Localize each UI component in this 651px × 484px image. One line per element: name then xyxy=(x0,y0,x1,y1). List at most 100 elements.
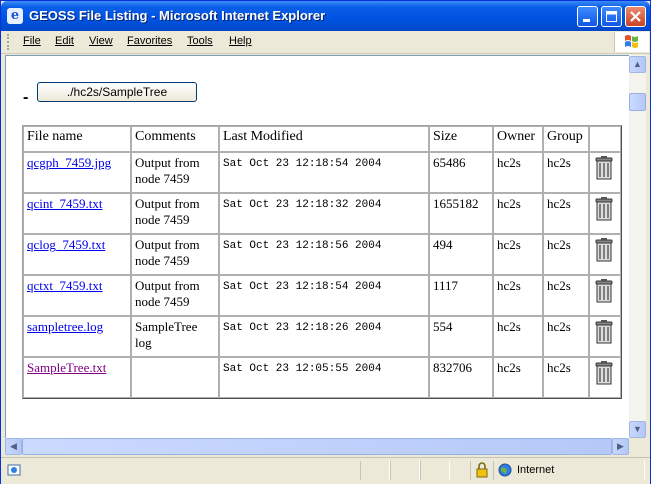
table-row: SampleTree.txt Sat Oct 23 12:05:55 2004 … xyxy=(23,357,621,398)
file-link[interactable]: qctxt_7459.txt xyxy=(27,278,102,293)
file-name-cell: sampletree.log xyxy=(23,316,131,357)
status-cell xyxy=(360,461,390,480)
status-bar: Internet xyxy=(1,457,650,484)
header-row: File name Comments Last Modified Size Ow… xyxy=(23,126,621,152)
file-link[interactable]: sampletree.log xyxy=(27,319,103,334)
menu-file-label: File xyxy=(23,35,41,47)
menu-help[interactable]: Help xyxy=(229,35,252,47)
col-last-modified: Last Modified xyxy=(219,126,429,152)
table-row: qcint_7459.txt Output from node 7459 Sat… xyxy=(23,193,621,234)
menu-tools[interactable]: Tools xyxy=(187,35,213,47)
file-name-cell: qcint_7459.txt xyxy=(23,193,131,234)
scroll-right-button[interactable]: ▶ xyxy=(612,438,629,455)
group-cell: hc2s xyxy=(543,357,589,398)
trash-icon[interactable] xyxy=(593,155,615,180)
menu-view[interactable]: View xyxy=(89,35,113,47)
scroll-down-button[interactable]: ▼ xyxy=(629,421,646,438)
trash-icon[interactable] xyxy=(593,360,615,385)
col-owner: Owner xyxy=(493,126,543,152)
maximize-button[interactable] xyxy=(601,6,622,27)
col-delete xyxy=(589,126,621,152)
toolbar-grip[interactable] xyxy=(7,34,12,50)
size-cell: 832706 xyxy=(429,357,493,398)
trash-icon[interactable] xyxy=(593,237,615,262)
delete-cell xyxy=(589,316,621,357)
close-icon xyxy=(630,11,641,22)
file-name-cell: qclog_7459.txt xyxy=(23,234,131,275)
file-link[interactable]: qcgph_7459.jpg xyxy=(27,155,111,170)
menu-help-label: Help xyxy=(229,35,252,47)
owner-cell: hc2s xyxy=(493,275,543,316)
window-title: GEOSS File Listing - Microsoft Internet … xyxy=(29,8,326,23)
menu-edit[interactable]: Edit xyxy=(55,35,74,47)
owner-cell: hc2s xyxy=(493,193,543,234)
ie-page-icon: e xyxy=(7,8,23,24)
col-comments: Comments xyxy=(131,126,219,152)
scroll-up-button[interactable]: ▲ xyxy=(629,56,646,73)
owner-cell: hc2s xyxy=(493,357,543,398)
menu-edit-label: Edit xyxy=(55,35,74,47)
comment-cell: Output from node 7459 xyxy=(131,193,219,234)
page-content: - ./hc2s/SampleTree File name Comments L… xyxy=(5,55,630,439)
vertical-scrollbar[interactable]: ▲ ▼ xyxy=(629,55,646,439)
file-link[interactable]: qcint_7459.txt xyxy=(27,196,102,211)
delete-cell xyxy=(589,193,621,234)
file-link[interactable]: SampleTree.txt xyxy=(27,360,106,375)
group-cell: hc2s xyxy=(543,316,589,357)
owner-cell: hc2s xyxy=(493,234,543,275)
menu-bar: File Edit View Favorites Tools Help xyxy=(1,31,650,54)
modified-cell: Sat Oct 23 12:05:55 2004 xyxy=(219,357,429,398)
comment-cell: Output from node 7459 xyxy=(131,275,219,316)
trash-icon[interactable] xyxy=(593,278,615,303)
size-cell: 494 xyxy=(429,234,493,275)
close-button[interactable] xyxy=(625,6,646,27)
path-button[interactable]: ./hc2s/SampleTree xyxy=(37,82,197,102)
file-name-cell: qcgph_7459.jpg xyxy=(23,152,131,193)
modified-cell: Sat Oct 23 12:18:54 2004 xyxy=(219,152,429,193)
file-listing-table: File name Comments Last Modified Size Ow… xyxy=(22,125,622,399)
comment-cell: SampleTree log xyxy=(131,316,219,357)
menu-tools-label: Tools xyxy=(187,35,213,47)
zone-label: Internet xyxy=(517,464,555,476)
menu-favorites-label: Favorites xyxy=(127,35,173,47)
minimize-icon xyxy=(583,19,590,22)
size-cell: 554 xyxy=(429,316,493,357)
comment-cell: Output from node 7459 xyxy=(131,234,219,275)
group-cell: hc2s xyxy=(543,152,589,193)
horizontal-scroll-thumb[interactable] xyxy=(22,438,612,455)
file-name-cell: qctxt_7459.txt xyxy=(23,275,131,316)
delete-cell xyxy=(589,152,621,193)
menu-file[interactable]: File xyxy=(23,35,41,47)
comment-cell: Output from node 7459 xyxy=(131,152,219,193)
padlock-icon xyxy=(476,462,488,478)
zone-cell: Internet xyxy=(493,461,645,480)
horizontal-scrollbar[interactable]: ◀ ▶ xyxy=(5,438,629,455)
group-cell: hc2s xyxy=(543,234,589,275)
owner-cell: hc2s xyxy=(493,152,543,193)
title-bar[interactable]: e GEOSS File Listing - Microsoft Interne… xyxy=(1,1,650,31)
group-cell: hc2s xyxy=(543,275,589,316)
trash-icon[interactable] xyxy=(593,196,615,221)
delete-cell xyxy=(589,234,621,275)
size-cell: 65486 xyxy=(429,152,493,193)
modified-cell: Sat Oct 23 12:18:56 2004 xyxy=(219,234,429,275)
col-file-name: File name xyxy=(23,126,131,152)
vertical-scroll-thumb[interactable] xyxy=(629,93,646,111)
collapse-marker: - xyxy=(23,89,29,106)
table-row: sampletree.log SampleTree log Sat Oct 23… xyxy=(23,316,621,357)
file-link[interactable]: qclog_7459.txt xyxy=(27,237,105,252)
modified-cell: Sat Oct 23 12:18:54 2004 xyxy=(219,275,429,316)
menu-favorites[interactable]: Favorites xyxy=(127,35,172,47)
delete-cell xyxy=(589,275,621,316)
table-row: qcgph_7459.jpg Output from node 7459 Sat… xyxy=(23,152,621,193)
table-row: qclog_7459.txt Output from node 7459 Sat… xyxy=(23,234,621,275)
windows-flag-icon xyxy=(625,35,638,48)
owner-cell: hc2s xyxy=(493,316,543,357)
scroll-left-button[interactable]: ◀ xyxy=(5,438,22,455)
size-cell: 1117 xyxy=(429,275,493,316)
minimize-button[interactable] xyxy=(577,6,598,27)
comment-cell xyxy=(131,357,219,398)
scroll-corner xyxy=(629,438,646,455)
trash-icon[interactable] xyxy=(593,319,615,344)
menu-view-label: View xyxy=(89,35,113,47)
